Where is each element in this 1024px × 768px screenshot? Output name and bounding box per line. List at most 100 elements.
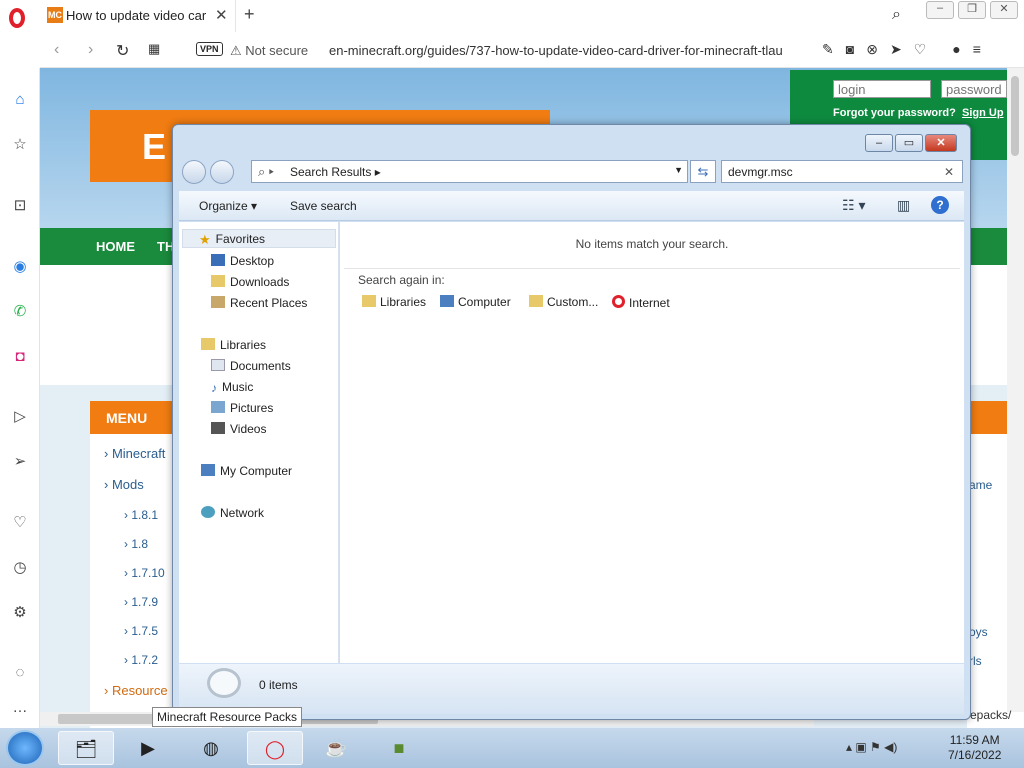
minecraft-taskbar-icon[interactable]: ■ (371, 731, 427, 765)
explorer-taskbar-icon[interactable]: 🗂 (58, 731, 114, 765)
search-box[interactable]: devmgr.msc ✕ (721, 160, 963, 183)
settings-menu-icon[interactable]: ≡ (973, 41, 981, 58)
sign-up-link[interactable]: Sign Up (962, 107, 1004, 119)
explorer-maximize-button[interactable]: ▭ (895, 134, 923, 152)
more-icon[interactable]: … (10, 698, 30, 718)
save-search-button[interactable]: Save search (290, 199, 357, 213)
forward-icon[interactable]: › (88, 41, 93, 59)
nav-videos[interactable]: Videos (211, 422, 266, 436)
nav-libraries[interactable]: Libraries (201, 338, 266, 352)
menu-item-resource[interactable]: › Resource (104, 683, 168, 698)
search-in-libraries[interactable]: Libraries (362, 295, 426, 309)
shopping-icon[interactable]: ⊡ (10, 196, 30, 216)
heart-icon[interactable]: ♡ (914, 41, 927, 58)
new-tab-button[interactable]: + (244, 4, 255, 25)
system-tray[interactable]: ▴ ▣ ⚑ ◀) (846, 740, 897, 754)
search-in-internet[interactable]: Internet (612, 295, 670, 310)
breadcrumb[interactable]: ⌕ ▸ Search Results ▸ ▼ (251, 160, 688, 183)
instagram-icon[interactable]: ◘ (10, 347, 30, 367)
messenger-icon[interactable]: ◉ (10, 257, 30, 277)
home-icon[interactable]: ⌂ (10, 90, 30, 110)
nav-home[interactable]: HOME (96, 239, 135, 254)
search-in-libraries-label: Libraries (380, 295, 427, 309)
menu-subitem[interactable]: › 1.8.1 (124, 508, 158, 522)
menu-subitem[interactable]: › 1.7.2 (124, 653, 158, 667)
computer-icon (440, 295, 454, 307)
profile-icon[interactable]: ● (952, 41, 960, 58)
edit-icon[interactable]: ✎ (822, 41, 834, 58)
history-icon[interactable]: ◷ (10, 558, 30, 578)
login-input[interactable] (833, 80, 931, 98)
settings-icon[interactable]: ⚙ (10, 603, 30, 623)
security-indicator[interactable]: ⚠ Not secure (230, 43, 308, 59)
explorer-minimize-button[interactable]: – (865, 134, 893, 152)
nav-downloads[interactable]: Downloads (211, 275, 289, 289)
view-options-icon[interactable]: ☷ ▾ (842, 197, 865, 214)
tab-search-icon[interactable]: ⌕ (892, 6, 901, 24)
nav-pictures[interactable]: Pictures (211, 401, 273, 415)
java-taskbar-icon[interactable]: ☕ (308, 731, 364, 765)
page-vertical-scrollbar[interactable] (1007, 68, 1024, 712)
nav-documents[interactable]: Documents (211, 359, 291, 373)
block-icon[interactable]: ⊗ (866, 41, 878, 58)
menu-subitem[interactable]: › 1.7.10 (124, 566, 165, 580)
search-in-custom[interactable]: Custom... (529, 295, 598, 309)
camera-icon[interactable]: ◙ (846, 41, 854, 58)
tab-close-icon[interactable]: ✕ (215, 6, 228, 24)
speed-dial-icon[interactable]: ▦ (148, 41, 160, 57)
menu-subitem[interactable]: › 1.7.9 (124, 595, 158, 609)
whatsapp-icon[interactable]: ✆ (10, 302, 30, 322)
navigation-pane: ★ Favorites Desktop Downloads Recent Plac… (179, 222, 339, 663)
tips-icon[interactable]: ◌ (10, 663, 30, 683)
preview-pane-icon[interactable]: ▥ (897, 197, 910, 214)
forgot-password-link[interactable]: Forgot your password? (833, 107, 956, 119)
nav-my-computer[interactable]: My Computer (201, 464, 292, 478)
bookmarks-icon[interactable]: ☆ (10, 135, 30, 155)
menu-subitem[interactable]: › 1.8 (124, 537, 148, 551)
nav-music[interactable]: ♪ Music (211, 380, 253, 395)
right-link[interactable]: oys (969, 625, 988, 639)
nav-network[interactable]: Network (201, 506, 264, 520)
nav-recent-places[interactable]: Recent Places (211, 296, 307, 310)
media-player-taskbar-icon[interactable]: ▶ (120, 731, 176, 765)
scroll-thumb[interactable] (1011, 76, 1019, 156)
breadcrumb-dropdown-icon[interactable]: ▼ (674, 165, 683, 175)
minimize-button[interactable]: – (926, 1, 954, 19)
close-button[interactable]: ✕ (990, 1, 1018, 19)
clear-search-icon[interactable]: ✕ (944, 165, 954, 179)
opera-taskbar-icon[interactable]: ◯ (247, 731, 303, 765)
menu-subitem[interactable]: › 1.7.5 (124, 624, 158, 638)
videos-icon (211, 422, 225, 434)
send-icon[interactable]: ➤ (890, 41, 902, 58)
explorer-back-button[interactable] (182, 160, 206, 184)
player-icon[interactable]: ▷ (10, 407, 30, 427)
refresh-button[interactable]: ⇆ (690, 160, 716, 183)
nav-desktop[interactable]: Desktop (211, 254, 274, 268)
right-link[interactable]: ame (969, 478, 992, 492)
vpn-badge[interactable]: VPN (196, 42, 223, 56)
send-flow-icon[interactable]: ➢ (10, 452, 30, 472)
clock[interactable]: 11:59 AM 7/16/2022 (948, 733, 1001, 763)
browser-tab-bar: MC How to update video card ✕ + ⌕ – ❐ ✕ (0, 0, 1024, 32)
search-in-computer[interactable]: Computer (440, 295, 511, 309)
browser-tab[interactable]: MC How to update video card ✕ (40, 0, 236, 32)
documents-icon (211, 359, 225, 371)
organize-button[interactable]: Organize ▾ (199, 199, 257, 213)
explorer-close-button[interactable]: ✕ (925, 134, 957, 152)
search-input[interactable]: devmgr.msc (728, 165, 793, 179)
password-input[interactable] (941, 80, 1007, 98)
url-field[interactable]: en-minecraft.org/guides/737-how-to-updat… (329, 43, 783, 58)
opera-logo-icon[interactable] (9, 8, 25, 28)
menu-item[interactable]: › Mods (104, 477, 144, 492)
favorites-heart-icon[interactable]: ♡ (10, 513, 30, 533)
explorer-forward-button[interactable] (210, 160, 234, 184)
reload-icon[interactable]: ↻ (116, 41, 129, 61)
nav-favorites[interactable]: ★ Favorites (182, 229, 336, 248)
back-icon[interactable]: ‹ (54, 41, 59, 59)
nav-downloads-label: Downloads (230, 275, 290, 289)
restore-button[interactable]: ❐ (958, 1, 986, 19)
start-button[interactable] (6, 730, 44, 766)
chrome-taskbar-icon[interactable]: ◍ (183, 731, 239, 765)
menu-item[interactable]: › Minecraft (104, 446, 165, 461)
help-icon[interactable]: ? (931, 196, 949, 214)
